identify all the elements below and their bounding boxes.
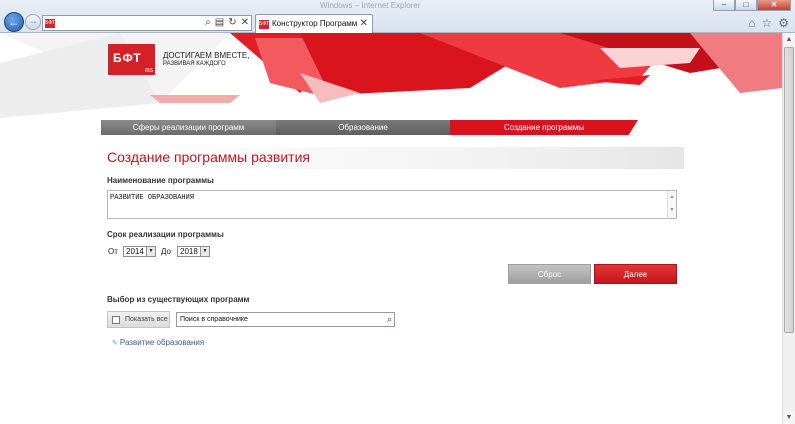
existing-programs-label: Выбор из существующих программ bbox=[107, 295, 250, 304]
header-banner: БФТ IBS ДОСТИГАЕМ ВМЕСТЕ, РАЗВИВАЯ КАЖДО… bbox=[0, 33, 782, 118]
close-window-button[interactable]: ✕ bbox=[757, 0, 791, 11]
list-item[interactable]: ✎ Развитие образования bbox=[112, 338, 204, 347]
scroll-up-icon[interactable]: ▲ bbox=[668, 191, 676, 204]
step-education[interactable]: Образование bbox=[276, 120, 450, 135]
search-input[interactable] bbox=[180, 316, 360, 323]
compatibility-icon[interactable]: ▤ bbox=[215, 17, 224, 28]
wizard-steps: Сферы реализации программ Образование Со… bbox=[101, 120, 638, 135]
tab-title: Конструктор Программ bbox=[272, 19, 358, 28]
textarea-scrollbar[interactable]: ▲ ▼ bbox=[667, 191, 676, 218]
step-create-program[interactable]: Создание программы bbox=[450, 120, 638, 135]
list-icon bbox=[112, 316, 120, 324]
slogan-line2: РАЗВИВАЯ КАЖДОГО bbox=[163, 61, 226, 67]
program-name-value: РАЗВИТИЕ ОБРАЗОВАНИЯ bbox=[110, 194, 195, 202]
reset-button[interactable]: Сброс bbox=[508, 264, 591, 284]
to-label: До bbox=[161, 247, 171, 256]
browser-tools: ⌂ ☆ ⚙ bbox=[748, 16, 789, 30]
home-icon[interactable]: ⌂ bbox=[748, 16, 755, 30]
pencil-icon: ✎ bbox=[112, 340, 118, 347]
minimize-button[interactable]: – bbox=[713, 0, 735, 11]
settings-gear-icon[interactable]: ⚙ bbox=[778, 16, 789, 30]
step-spheres[interactable]: Сферы реализации программ bbox=[101, 120, 276, 135]
window-title: Windows – Internet Explorer bbox=[320, 1, 421, 10]
tab-konstruktor[interactable]: БФТ Конструктор Программ ✕ bbox=[255, 14, 373, 33]
program-name-label: Наименование программы bbox=[107, 176, 214, 185]
bft-favicon-icon: БФТ bbox=[45, 19, 55, 28]
search-icon[interactable]: ⌕ bbox=[387, 314, 392, 325]
refresh-icon[interactable]: ↻ bbox=[228, 17, 236, 28]
back-button[interactable]: ← bbox=[4, 12, 24, 32]
to-year-select[interactable]: 2018 ▼ bbox=[177, 246, 210, 257]
directory-search[interactable]: ⌕ bbox=[176, 312, 395, 327]
forward-button[interactable]: → bbox=[25, 14, 41, 30]
bft-favicon-icon: БФТ bbox=[259, 20, 269, 29]
next-button[interactable]: Далее bbox=[594, 264, 677, 284]
browser-chrome: Windows – Internet Explorer – □ ✕ ← → БФ… bbox=[0, 0, 795, 33]
window-controls: – □ ✕ bbox=[713, 0, 791, 11]
scroll-thumb[interactable] bbox=[784, 47, 794, 333]
search-icon[interactable]: ⌕ bbox=[205, 17, 211, 28]
from-year-select[interactable]: 2014 ▼ bbox=[123, 246, 156, 257]
from-label: От bbox=[108, 247, 118, 256]
page-title: Создание программы развития bbox=[107, 149, 310, 165]
slogan-line1: ДОСТИГАЕМ ВМЕСТЕ, bbox=[163, 51, 250, 60]
stop-icon[interactable]: ✕ bbox=[241, 17, 249, 28]
chevron-down-icon: ▼ bbox=[200, 247, 209, 256]
bft-logo: БФТ IBS bbox=[108, 44, 155, 75]
program-name-textarea[interactable]: РАЗВИТИЕ ОБРАЗОВАНИЯ ▲ ▼ bbox=[107, 190, 677, 219]
maximize-button[interactable]: □ bbox=[735, 0, 757, 11]
favorites-star-icon[interactable]: ☆ bbox=[761, 16, 772, 30]
address-bar[interactable]: БФТ ⌕ ▤ ↻ ✕ bbox=[42, 15, 252, 31]
scroll-down-icon[interactable]: ▼ bbox=[668, 204, 676, 217]
chevron-down-icon: ▼ bbox=[146, 247, 155, 256]
scroll-down-icon[interactable]: ▼ bbox=[783, 411, 795, 424]
period-label: Срок реализации программы bbox=[107, 230, 224, 239]
tab-close-icon[interactable]: ✕ bbox=[360, 18, 368, 29]
scroll-up-icon[interactable]: ▲ bbox=[783, 33, 795, 46]
page-scrollbar[interactable]: ▲ ▼ bbox=[782, 33, 795, 424]
show-all-button[interactable]: Показать все bbox=[107, 311, 170, 328]
page-title-row: Создание программы развития bbox=[101, 147, 684, 169]
